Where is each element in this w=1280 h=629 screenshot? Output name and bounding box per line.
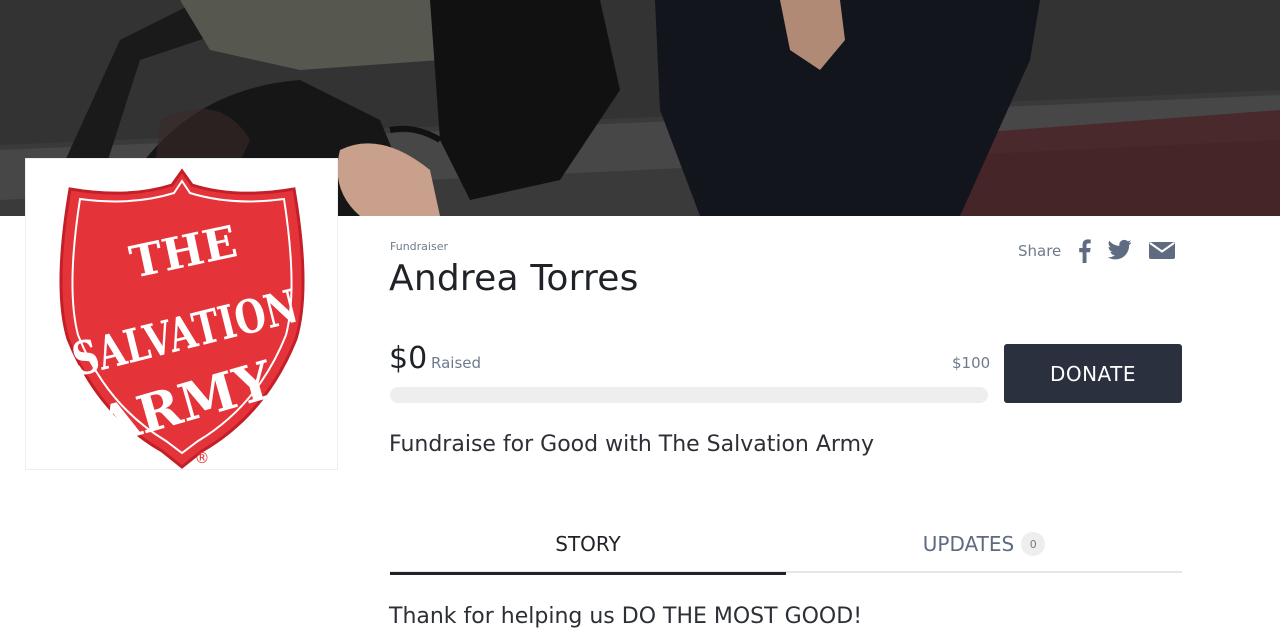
fundraiser-name: Andrea Torres — [389, 258, 639, 299]
share-label: Share — [1018, 242, 1062, 260]
tab-updates-label: UPDATES — [922, 532, 1015, 556]
campaign-tagline: Fundraise for Good with The Salvation Ar… — [389, 432, 875, 457]
content-tabs: STORY UPDATES 0 — [390, 515, 1182, 575]
registered-mark: ® — [195, 449, 210, 467]
raised-label: Raised — [431, 354, 482, 372]
tab-story-label: STORY — [555, 532, 621, 556]
fundraiser-label: Fundraiser — [390, 240, 448, 253]
charity-logo-card: THE SALVATION ARMY ® — [25, 158, 338, 470]
tab-updates[interactable]: UPDATES 0 — [786, 515, 1182, 573]
donate-button[interactable]: DONATE — [1004, 344, 1182, 403]
updates-count-badge: 0 — [1021, 532, 1046, 556]
facebook-icon[interactable] — [1078, 239, 1091, 263]
raised-amount: $0 — [389, 341, 428, 376]
tab-story[interactable]: STORY — [390, 515, 786, 575]
progress-bar — [390, 387, 988, 403]
twitter-icon[interactable] — [1108, 239, 1132, 263]
share-bar: Share — [1018, 239, 1192, 263]
salvation-army-shield-logo: THE SALVATION ARMY ® — [59, 168, 305, 469]
email-icon[interactable] — [1149, 239, 1176, 263]
goal-amount: $100 — [952, 354, 991, 372]
story-preview-text: Thank for helping us DO THE MOST GOOD! — [389, 604, 863, 629]
